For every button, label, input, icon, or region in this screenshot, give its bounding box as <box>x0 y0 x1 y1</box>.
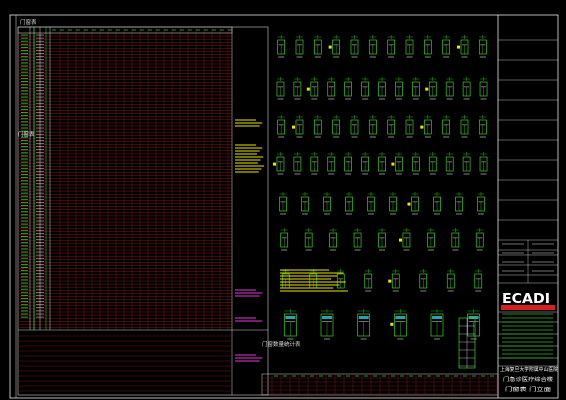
schedule-title-secondary: 门窗表 <box>18 130 35 138</box>
project-name-line-1: 上海复旦大学附属中山医院 <box>500 365 559 373</box>
sheet-name: 门窗表 门立面 <box>505 385 551 393</box>
project-name-line-2: 门急诊医疗综合楼 <box>503 375 554 383</box>
quantity-table-title: 门窗数量统计表 <box>262 340 301 348</box>
logo-text: ECADI <box>502 292 550 307</box>
cad-drawing-canvas[interactable]: 门窗表 门窗表 门窗数量统计表 ECADI 上海复旦大学附属中山医院 门急诊医疗… <box>0 0 566 400</box>
schedule-title: 门窗表 <box>20 18 37 26</box>
